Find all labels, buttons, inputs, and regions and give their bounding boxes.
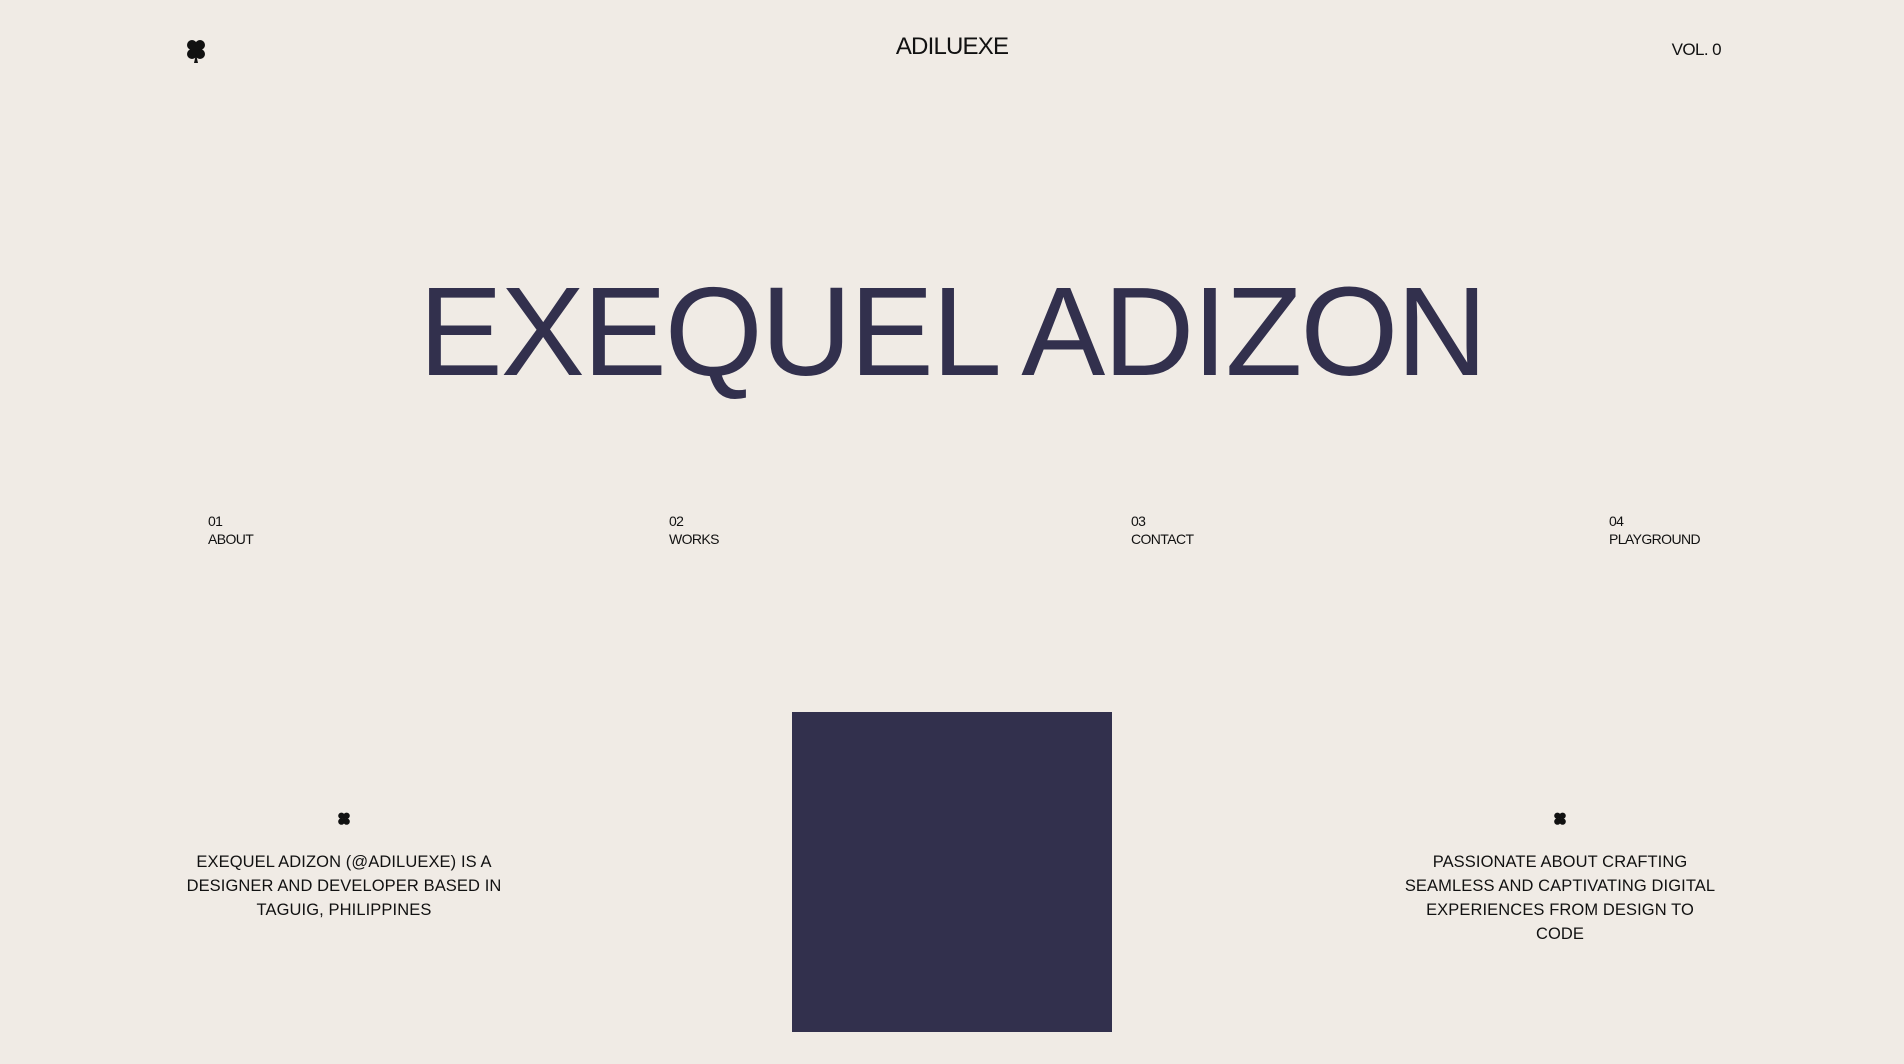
intro-left: EXEQUEL ADIZON (@ADILUEXE) IS A DESIGNER… bbox=[184, 810, 504, 922]
nav-item-contact[interactable]: 03 CONTACT bbox=[1131, 512, 1194, 548]
clover-icon bbox=[1551, 810, 1569, 828]
nav-item-label: WORKS bbox=[669, 531, 719, 547]
nav-item-label: CONTACT bbox=[1131, 531, 1194, 547]
nav-item-number: 04 bbox=[1609, 513, 1624, 529]
hero-title: EXEQUEL ADIZON bbox=[418, 261, 1488, 402]
nav-item-number: 01 bbox=[208, 513, 223, 529]
volume-label: VOL. 0 bbox=[1671, 40, 1722, 59]
feature-square bbox=[792, 712, 1112, 1032]
nav-item-playground[interactable]: 04 PLAYGROUND bbox=[1609, 512, 1701, 548]
nav-item-number: 03 bbox=[1131, 513, 1146, 529]
nav-item-label: PLAYGROUND bbox=[1609, 531, 1701, 547]
intro-right: PASSIONATE ABOUT CRAFTING SEAMLESS AND C… bbox=[1400, 810, 1720, 946]
nav-item-about[interactable]: 01 ABOUT bbox=[208, 512, 254, 548]
nav-item-number: 02 bbox=[669, 513, 684, 529]
passion-text: PASSIONATE ABOUT CRAFTING SEAMLESS AND C… bbox=[1404, 853, 1716, 943]
clover-icon bbox=[335, 810, 353, 828]
nav-item-label: ABOUT bbox=[208, 531, 254, 547]
intro-text: EXEQUEL ADIZON (@ADILUEXE) IS A DESIGNER… bbox=[186, 853, 502, 919]
nav-item-works[interactable]: 02 WORKS bbox=[669, 512, 719, 548]
site-header: ADILUEXE VOL. 0 bbox=[0, 0, 1904, 100]
brand-logo[interactable]: ADILUEXE bbox=[0, 33, 1904, 61]
